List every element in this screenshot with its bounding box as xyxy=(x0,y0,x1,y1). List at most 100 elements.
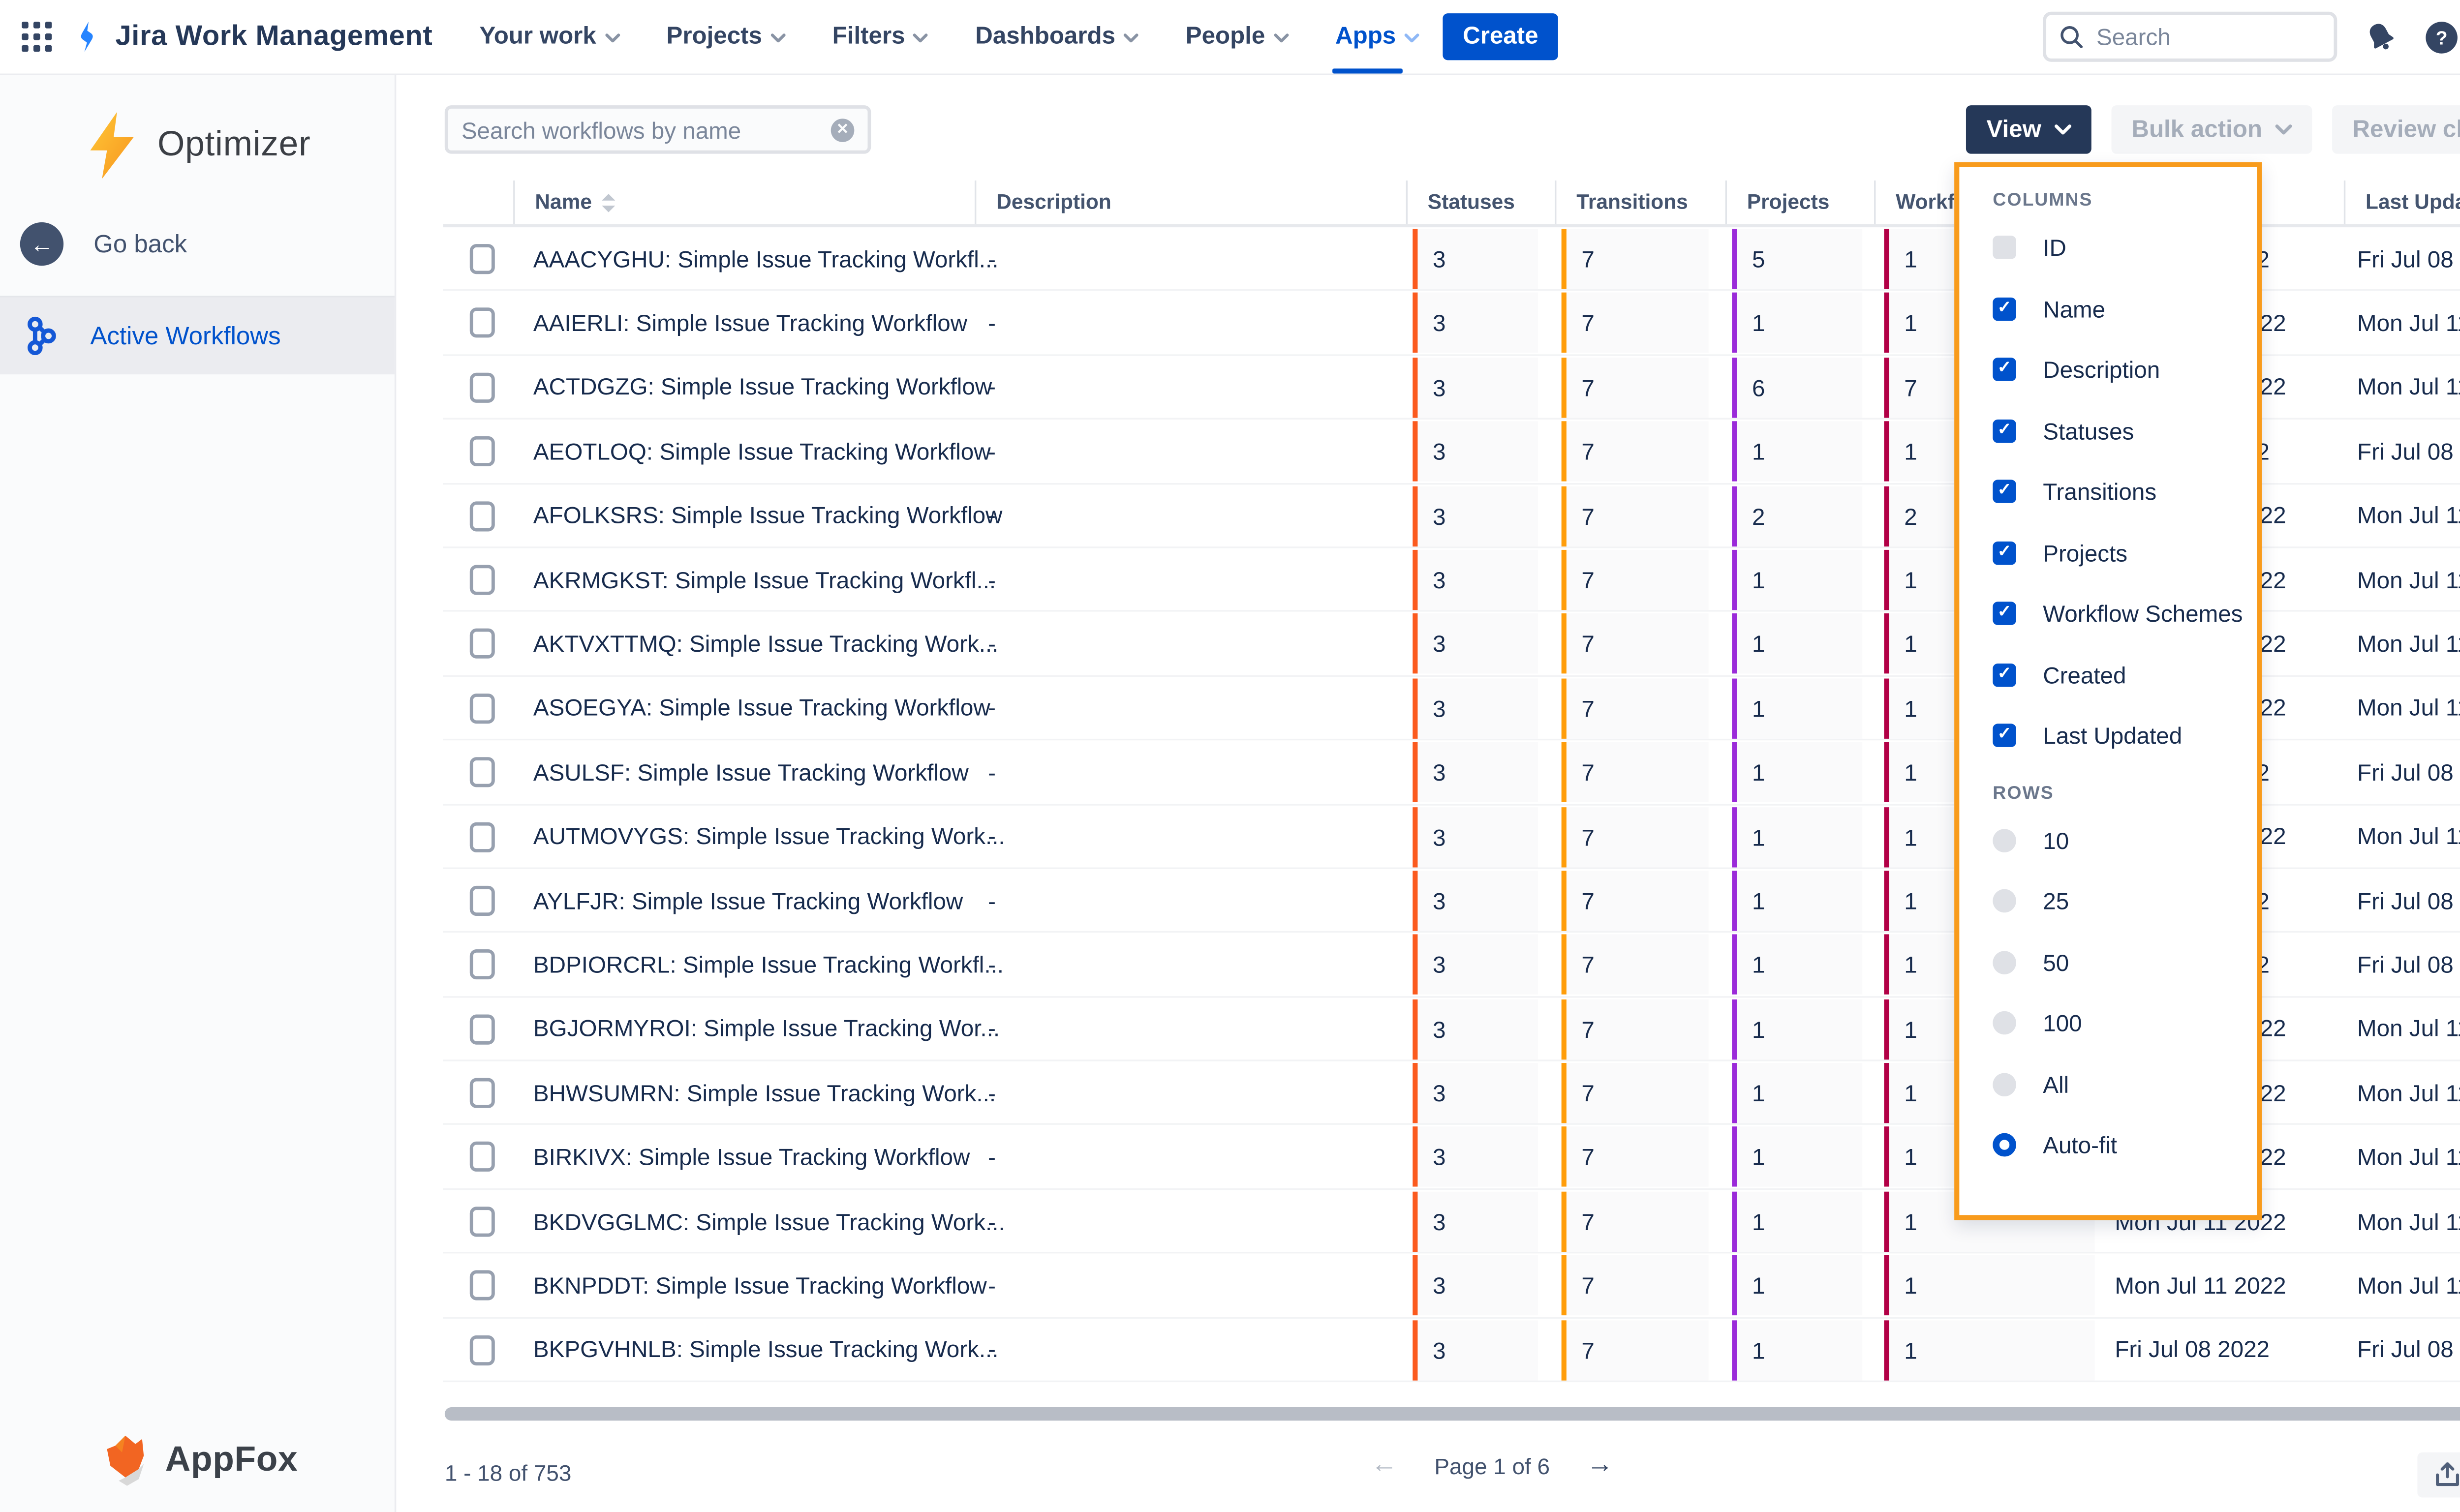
checkbox-icon[interactable]: ✓ xyxy=(1993,480,2016,504)
row-checkbox[interactable] xyxy=(470,1207,495,1237)
checkbox-icon[interactable]: ✓ xyxy=(1993,419,2016,443)
workflow-name[interactable]: BDPIORCRL: Simple Issue Tracking Workfl.… xyxy=(533,933,1004,996)
row-checkbox[interactable] xyxy=(470,244,495,274)
column-toggle-item[interactable]: ✓ Statuses xyxy=(1993,400,2257,461)
create-button[interactable]: Create xyxy=(1443,13,1558,60)
workflow-name[interactable]: ASULSF: Simple Issue Tracking Workflow xyxy=(533,741,969,803)
row-checkbox[interactable] xyxy=(470,372,495,402)
radio-icon[interactable] xyxy=(1993,1134,2016,1157)
column-toggle-item[interactable]: ✓ Name xyxy=(1993,278,2257,339)
workflow-name[interactable]: BHWSUMRN: Simple Issue Tracking Work... xyxy=(533,1061,996,1124)
column-toggle-item[interactable]: ✓ Description xyxy=(1993,339,2257,400)
workflow-name[interactable]: AAIERLI: Simple Issue Tracking Workflow xyxy=(533,292,967,354)
clear-search-icon[interactable]: ✕ xyxy=(831,118,855,142)
app-switcher-icon[interactable] xyxy=(10,10,63,63)
row-checkbox[interactable] xyxy=(470,308,495,338)
rows-per-page-option[interactable]: 10 xyxy=(1993,810,2257,871)
next-page-arrow[interactable]: → xyxy=(1587,1451,1613,1481)
workflow-name[interactable]: AYLFJR: Simple Issue Tracking Workflow xyxy=(533,869,963,932)
checkbox-icon[interactable]: ✓ xyxy=(1993,663,2016,687)
column-toggle-item[interactable]: ✓ Created xyxy=(1993,644,2257,705)
rows-per-page-option[interactable]: 50 xyxy=(1993,932,2257,993)
row-checkbox[interactable] xyxy=(470,1078,495,1108)
column-header-last-updated[interactable]: Last Updated xyxy=(2344,181,2460,224)
sidebar-item-active-workflows[interactable]: Active Workflows xyxy=(0,298,395,374)
workflow-name[interactable]: BIRKIVX: Simple Issue Tracking Workflow xyxy=(533,1125,970,1188)
column-header-transitions[interactable]: Transitions xyxy=(1555,181,1688,224)
column-toggle-label: Name xyxy=(2043,296,2105,322)
rows-per-page-option[interactable]: All xyxy=(1993,1054,2257,1115)
prev-page-arrow[interactable]: ← xyxy=(1371,1451,1397,1481)
checkbox-icon[interactable]: ✓ xyxy=(1993,297,2016,321)
rows-per-page-option[interactable]: 25 xyxy=(1993,871,2257,932)
workflow-name[interactable]: AFOLKSRS: Simple Issue Tracking Workflow xyxy=(533,484,1002,546)
help-icon[interactable]: ? xyxy=(2424,19,2459,54)
workflow-name[interactable]: AKRMGKST: Simple Issue Tracking Workfl..… xyxy=(533,548,996,610)
workflow-name[interactable]: BKDVGGLMC: Simple Issue Tracking Work... xyxy=(533,1190,1005,1252)
bulk-action-button[interactable]: Bulk action xyxy=(2112,105,2312,154)
row-checkbox[interactable] xyxy=(470,1142,495,1172)
row-checkbox[interactable] xyxy=(470,950,495,980)
row-checkbox[interactable] xyxy=(470,565,495,595)
column-header-description[interactable]: Description xyxy=(975,181,1111,224)
workflow-name[interactable]: ASOEGYA: Simple Issue Tracking Workflow xyxy=(533,676,990,739)
nav-item-dashboards[interactable]: Dashboards xyxy=(975,0,1138,74)
horizontal-scrollbar[interactable] xyxy=(445,1407,2460,1421)
column-header-statuses[interactable]: Statuses xyxy=(1406,181,1515,224)
workflow-name[interactable]: BGJORMYROI: Simple Issue Tracking Wor... xyxy=(533,997,1000,1059)
workflow-search-input[interactable] xyxy=(461,116,831,143)
checkbox-icon[interactable]: ✓ xyxy=(1993,358,2016,382)
radio-icon[interactable] xyxy=(1993,1012,2016,1035)
column-toggle-item[interactable]: ✓ Last Updated xyxy=(1993,705,2257,766)
column-toggle-item[interactable]: ✓ Workflow Schemes xyxy=(1993,583,2257,644)
radio-icon[interactable] xyxy=(1993,890,2016,913)
global-search-input[interactable] xyxy=(2096,24,2297,50)
workflow-name[interactable]: AAACYGHU: Simple Issue Tracking Workfl..… xyxy=(533,227,999,290)
rows-per-page-option[interactable]: Auto-fit xyxy=(1993,1115,2257,1176)
checkbox-icon[interactable]: ✓ xyxy=(1993,724,2016,748)
checkbox-icon[interactable]: ✓ xyxy=(1993,602,2016,626)
row-checkbox[interactable] xyxy=(470,629,495,659)
global-search[interactable] xyxy=(2043,12,2337,62)
column-toggle-item[interactable]: ✓ ID xyxy=(1993,217,2257,278)
column-header-name[interactable]: Name xyxy=(513,181,615,224)
radio-icon[interactable] xyxy=(1993,951,2016,974)
row-checkbox[interactable] xyxy=(470,1335,495,1365)
chevron-down-icon xyxy=(770,33,786,43)
workflow-name[interactable]: BKPGVHNLB: Simple Issue Tracking Work... xyxy=(533,1318,999,1381)
view-button[interactable]: View xyxy=(1967,105,2091,154)
workflow-name[interactable]: AEOTLOQ: Simple Issue Tracking Workflow xyxy=(533,420,991,482)
row-checkbox[interactable] xyxy=(470,821,495,851)
rows-option-label: 10 xyxy=(2043,827,2069,853)
go-back-button[interactable]: ← Go back xyxy=(20,222,395,266)
column-toggle-item[interactable]: ✓ Transitions xyxy=(1993,461,2257,522)
row-checkbox[interactable] xyxy=(470,757,495,787)
export-button[interactable]: Export xyxy=(2418,1452,2460,1498)
radio-icon[interactable] xyxy=(1993,829,2016,852)
checkbox-icon[interactable]: ✓ xyxy=(1993,236,2016,260)
notifications-icon[interactable] xyxy=(2364,20,2398,54)
workflow-name[interactable]: ACTDGZG: Simple Issue Tracking Workflow xyxy=(533,356,992,418)
review-changes-button[interactable]: Review changes xyxy=(2333,105,2460,154)
row-checkbox[interactable] xyxy=(470,501,495,531)
row-checkbox[interactable] xyxy=(470,1014,495,1044)
row-checkbox[interactable] xyxy=(470,886,495,916)
row-checkbox[interactable] xyxy=(470,436,495,466)
nav-item-apps[interactable]: Apps xyxy=(1335,0,1419,74)
column-header-projects[interactable]: Projects xyxy=(1725,181,1830,224)
workflow-name[interactable]: AUTMOVYGS: Simple Issue Tracking Work... xyxy=(533,805,1005,867)
workflow-name[interactable]: BKNPDDT: Simple Issue Tracking Workflow xyxy=(533,1254,987,1316)
row-checkbox[interactable] xyxy=(470,1270,495,1300)
jira-brand[interactable]: Jira Work Management xyxy=(70,20,433,54)
row-checkbox[interactable] xyxy=(470,693,495,723)
nav-item-filters[interactable]: Filters xyxy=(832,0,928,74)
checkbox-icon[interactable]: ✓ xyxy=(1993,541,2016,565)
nav-item-projects[interactable]: Projects xyxy=(666,0,785,74)
nav-item-people[interactable]: People xyxy=(1186,0,1289,74)
radio-icon[interactable] xyxy=(1993,1073,2016,1096)
column-toggle-item[interactable]: ✓ Projects xyxy=(1993,522,2257,583)
workflow-search[interactable]: ✕ xyxy=(445,105,871,154)
workflow-name[interactable]: AKTVXTTMQ: Simple Issue Tracking Work... xyxy=(533,612,998,675)
nav-item-your-work[interactable]: Your work xyxy=(480,0,620,74)
rows-per-page-option[interactable]: 100 xyxy=(1993,993,2257,1054)
